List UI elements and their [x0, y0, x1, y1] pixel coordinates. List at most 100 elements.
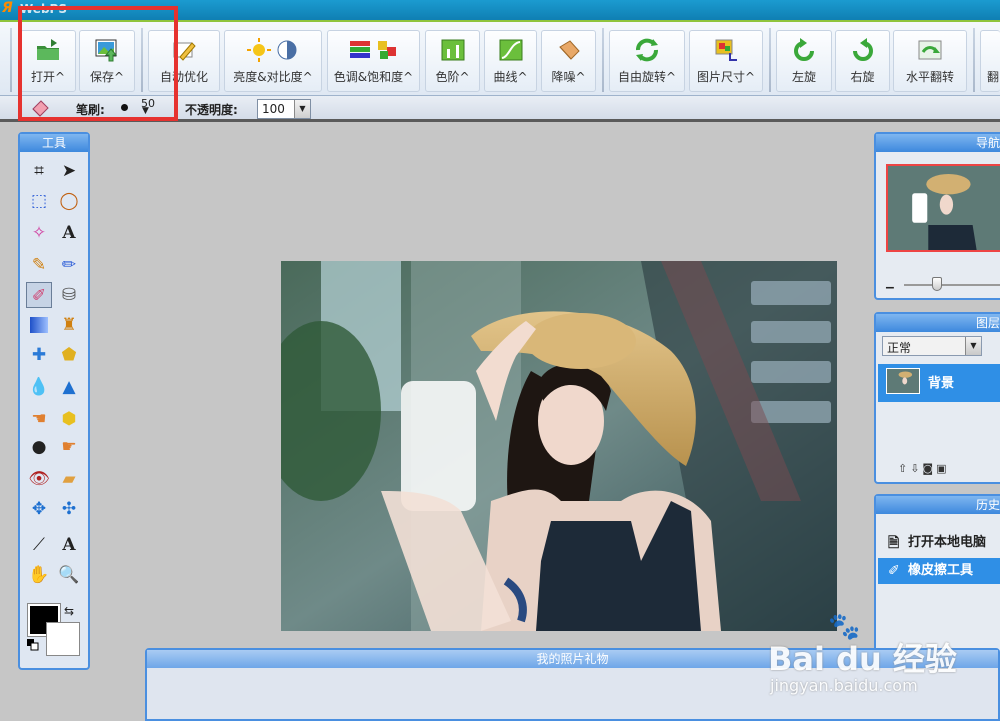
zoom-slider-track[interactable] [904, 284, 1000, 286]
text-tool-2-icon[interactable]: A [56, 532, 82, 558]
watermark: 🐾 Bai du 经验 jingyan.baidu.com [768, 612, 1000, 702]
chevron-down-icon[interactable]: ▼ [965, 337, 981, 355]
burn-tool-icon[interactable]: ● [26, 434, 52, 460]
transform-tool-icon[interactable]: ✣ [56, 496, 82, 522]
healing-tool-icon[interactable]: ✚ [26, 342, 52, 368]
reset-colors-icon[interactable] [27, 639, 39, 651]
rotate-left-icon [794, 38, 814, 61]
rotate-left-button[interactable]: 左旋 [776, 30, 832, 92]
flip-horizontal-icon [918, 40, 942, 60]
layer-actions[interactable]: ⇧⇩◙▣ [898, 462, 950, 475]
background-color-swatch[interactable] [46, 622, 80, 656]
rect-select-tool-icon[interactable]: ⬚ [26, 188, 52, 214]
flip-horizontal-button[interactable]: 水平翻转 [893, 30, 967, 92]
hue-saturation-label: 色调&饱和度^ [333, 70, 414, 84]
hand-tool-icon[interactable]: ✋ [26, 562, 52, 588]
opacity-select[interactable]: 100 ▼ [257, 99, 311, 119]
image-size-label: 图片尺寸^ [696, 70, 756, 84]
levels-icon [441, 39, 464, 61]
hue-saturation-button[interactable]: 色调&饱和度^ [327, 30, 420, 92]
brightness-contrast-button[interactable]: 亮度&对比度^ [224, 30, 322, 92]
navigator-thumbnail-image [888, 166, 1000, 250]
stamp-tool-icon[interactable]: ♜ [56, 312, 82, 338]
history-item[interactable]: 🗎 打开本地电脑 [878, 530, 1000, 556]
curves-icon [499, 39, 522, 61]
history-item-selected[interactable]: ✐ 橡皮擦工具 [878, 558, 1000, 584]
brush-tool-icon[interactable]: ✏ [56, 252, 82, 278]
rotate-left-label: 左旋 [791, 70, 816, 84]
crop-tool-icon[interactable]: ⌗ [26, 158, 52, 184]
zoom-out-icon[interactable]: ▁ [886, 278, 894, 289]
blur-tool-icon[interactable]: 💧 [26, 374, 52, 400]
dodge-tool-icon[interactable]: ☛ [56, 434, 82, 460]
eraser-icon: ✐ [888, 563, 900, 579]
toolbar-separator [602, 28, 604, 92]
levels-button[interactable]: 色阶^ [425, 30, 480, 92]
curves-button[interactable]: 曲线^ [484, 30, 537, 92]
layers-panel-title: 图层 [876, 314, 1000, 332]
image-size-button[interactable]: 图片尺寸^ [689, 30, 763, 92]
curves-label: 曲线^ [493, 70, 528, 84]
paint-bucket-tool-icon[interactable]: ⛁ [56, 282, 82, 308]
denoise-eraser-icon [558, 40, 580, 60]
smudge-tool-icon[interactable]: ☚ [26, 406, 52, 432]
photo-woman-in-straw-hat [281, 261, 837, 631]
pencil-tool-icon[interactable]: ✎ [26, 252, 52, 278]
history-panel-title: 历史记 [876, 496, 1000, 514]
move-tool-icon[interactable]: ➤ [56, 158, 82, 184]
zoom-slider-handle[interactable] [932, 277, 942, 291]
image-size-icon [715, 39, 737, 61]
navigator-thumbnail[interactable] [886, 164, 1000, 252]
image-canvas[interactable] [281, 261, 837, 631]
more-button[interactable]: 翻 [980, 30, 1000, 92]
layer-thumbnail [886, 368, 920, 394]
watermark-brand: Bai du 经验 [768, 640, 957, 678]
denoise-label: 降噪^ [551, 70, 586, 84]
shape-tool-icon[interactable]: ⬟ [56, 342, 82, 368]
toolbar-separator [769, 28, 771, 92]
history-item-label: 橡皮擦工具 [908, 563, 974, 578]
red-eye-tool-icon[interactable]: 👁 [26, 466, 52, 492]
more-label: 翻 [987, 70, 1000, 84]
lasso-tool-icon[interactable]: ◯ [56, 188, 82, 214]
watermark-url: jingyan.baidu.com [770, 676, 918, 695]
toolbar-separator [10, 28, 12, 92]
eraser-tool-icon[interactable]: ✐ [26, 282, 52, 308]
layer-row-background[interactable]: 背景 [878, 364, 1000, 402]
brightness-contrast-label: 亮度&对比度^ [233, 70, 313, 84]
free-rotate-label: 自由旋转^ [617, 70, 677, 84]
history-item-label: 打开本地电脑 [908, 535, 987, 550]
swap-colors-icon[interactable]: ⇆ [64, 604, 74, 618]
magic-wand-tool-icon[interactable]: ✧ [26, 220, 52, 246]
gradient-tool-icon[interactable] [26, 312, 52, 338]
document-icon: 🗎 [888, 535, 900, 551]
toolbar-separator [973, 28, 975, 92]
opacity-value: 100 [262, 102, 285, 116]
zoom-tool-icon[interactable]: 🔍 [56, 562, 82, 588]
rotate-right-icon [852, 38, 873, 61]
text-tool-icon[interactable]: A [56, 220, 82, 246]
eyedropper-tool-icon[interactable]: ⟋ [26, 532, 52, 558]
rotate-right-button[interactable]: 右旋 [835, 30, 890, 92]
free-rotate-icon [636, 38, 658, 62]
tools-panel: 工具 ⌗ ➤ ⬚ ◯ ✧ A ✎ ✏ ✐ ⛁ ♜ ✚ ⬟ 💧 ▲ ☚ ⬢ ● ☛… [18, 132, 90, 670]
navigator-panel: 导航 ▁ [874, 132, 1000, 300]
bandage-tool-icon[interactable]: ▰ [56, 466, 82, 492]
rotate-right-label: 右旋 [850, 70, 875, 84]
annotation-highlight-frame [18, 6, 178, 121]
opacity-label: 不透明度: [185, 103, 238, 117]
blend-mode-select[interactable]: 正常 ▼ [882, 336, 982, 356]
hue-saturation-icon [349, 41, 396, 59]
tools-panel-title: 工具 [20, 134, 88, 152]
navigator-panel-title: 导航 [876, 134, 1000, 152]
sponge-tool-icon[interactable]: ⬢ [56, 406, 82, 432]
levels-label: 色阶^ [435, 70, 470, 84]
layers-panel: 图层 正常 ▼ 背景 ⇧⇩◙▣ [874, 312, 1000, 484]
blend-mode-value: 正常 [887, 341, 912, 355]
denoise-button[interactable]: 降噪^ [541, 30, 596, 92]
layer-name: 背景 [928, 376, 955, 391]
free-rotate-button[interactable]: 自由旋转^ [609, 30, 685, 92]
pan-tool-icon[interactable]: ✥ [26, 496, 52, 522]
sharpen-tool-icon[interactable]: ▲ [56, 374, 82, 400]
chevron-down-icon[interactable]: ▼ [294, 100, 310, 118]
